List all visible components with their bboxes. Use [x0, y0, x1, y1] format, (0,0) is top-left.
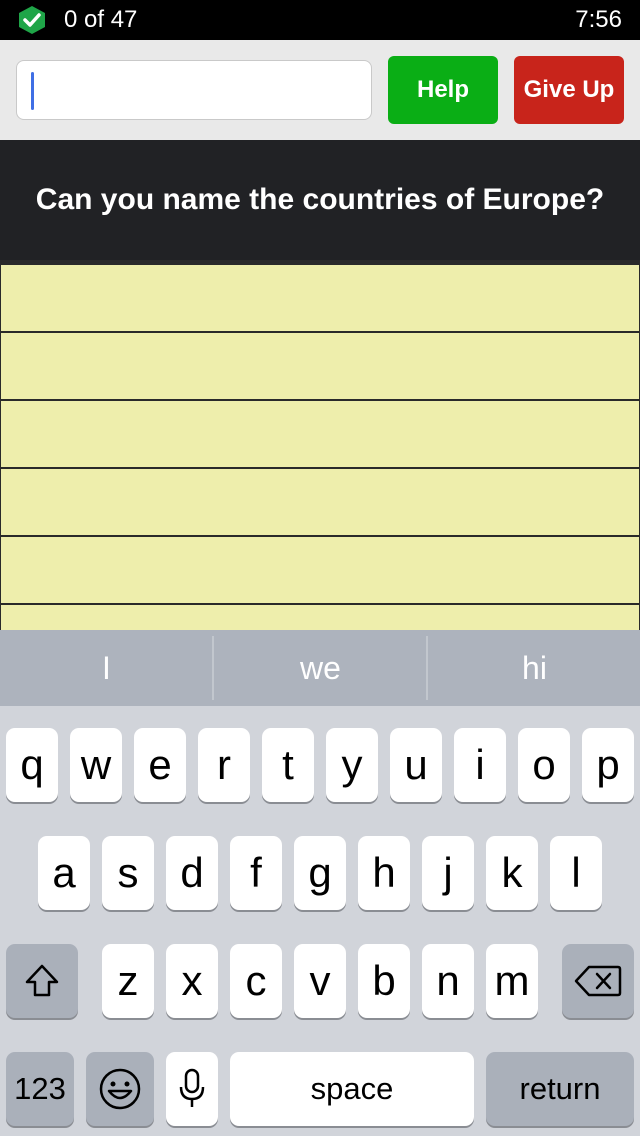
- key-r[interactable]: r: [198, 728, 250, 802]
- key-b[interactable]: b: [358, 944, 410, 1018]
- key-j[interactable]: j: [422, 836, 474, 910]
- key-q[interactable]: q: [6, 728, 58, 802]
- delete-key[interactable]: [562, 944, 634, 1018]
- key-h[interactable]: h: [358, 836, 410, 910]
- quiz-score: 0 of 47: [64, 6, 138, 33]
- emoji-key[interactable]: [86, 1052, 154, 1126]
- answer-slot: [1, 401, 639, 467]
- emoji-icon: [99, 1068, 141, 1110]
- key-d[interactable]: d: [166, 836, 218, 910]
- backspace-icon: [574, 965, 622, 997]
- clock: 7:56: [575, 6, 622, 33]
- key-y[interactable]: y: [326, 728, 378, 802]
- question-banner: Can you name the countries of Europe?: [0, 140, 640, 260]
- quiz-toolbar: Help Give Up: [0, 40, 640, 140]
- suggestion-2[interactable]: we: [214, 630, 427, 706]
- key-e[interactable]: e: [134, 728, 186, 802]
- suggestion-1[interactable]: I: [0, 630, 213, 706]
- suggestion-3[interactable]: hi: [428, 630, 640, 706]
- check-shield-icon: [19, 6, 45, 34]
- key-a[interactable]: a: [38, 836, 90, 910]
- answer-list: [0, 260, 640, 630]
- shift-icon: [25, 964, 59, 997]
- key-i[interactable]: i: [454, 728, 506, 802]
- answer-slot: [1, 333, 639, 399]
- help-button[interactable]: Help: [388, 56, 498, 124]
- key-x[interactable]: x: [166, 944, 218, 1018]
- answer-input[interactable]: [16, 60, 372, 120]
- keyboard: q w e r t y u i o p a s d f g h j k l z …: [0, 706, 640, 1136]
- key-o[interactable]: o: [518, 728, 570, 802]
- text-caret: [31, 72, 34, 110]
- space-key[interactable]: space: [230, 1052, 474, 1126]
- answer-slot: [1, 265, 639, 331]
- numbers-key[interactable]: 123: [6, 1052, 74, 1126]
- key-s[interactable]: s: [102, 836, 154, 910]
- key-g[interactable]: g: [294, 836, 346, 910]
- shift-key[interactable]: [6, 944, 78, 1018]
- key-t[interactable]: t: [262, 728, 314, 802]
- answer-slot: [1, 537, 639, 603]
- key-l[interactable]: l: [550, 836, 602, 910]
- key-p[interactable]: p: [582, 728, 634, 802]
- key-z[interactable]: z: [102, 944, 154, 1018]
- key-m[interactable]: m: [486, 944, 538, 1018]
- key-c[interactable]: c: [230, 944, 282, 1018]
- dictation-key[interactable]: [166, 1052, 218, 1126]
- predictive-bar: I we hi: [0, 630, 640, 706]
- give-up-button[interactable]: Give Up: [514, 56, 624, 124]
- key-w[interactable]: w: [70, 728, 122, 802]
- microphone-icon: [179, 1068, 205, 1107]
- key-f[interactable]: f: [230, 836, 282, 910]
- key-v[interactable]: v: [294, 944, 346, 1018]
- status-bar: 0 of 47 7:56: [0, 0, 640, 40]
- return-key[interactable]: return: [486, 1052, 634, 1126]
- answer-slot: [1, 605, 639, 630]
- key-n[interactable]: n: [422, 944, 474, 1018]
- key-k[interactable]: k: [486, 836, 538, 910]
- key-u[interactable]: u: [390, 728, 442, 802]
- answer-slot: [1, 469, 639, 535]
